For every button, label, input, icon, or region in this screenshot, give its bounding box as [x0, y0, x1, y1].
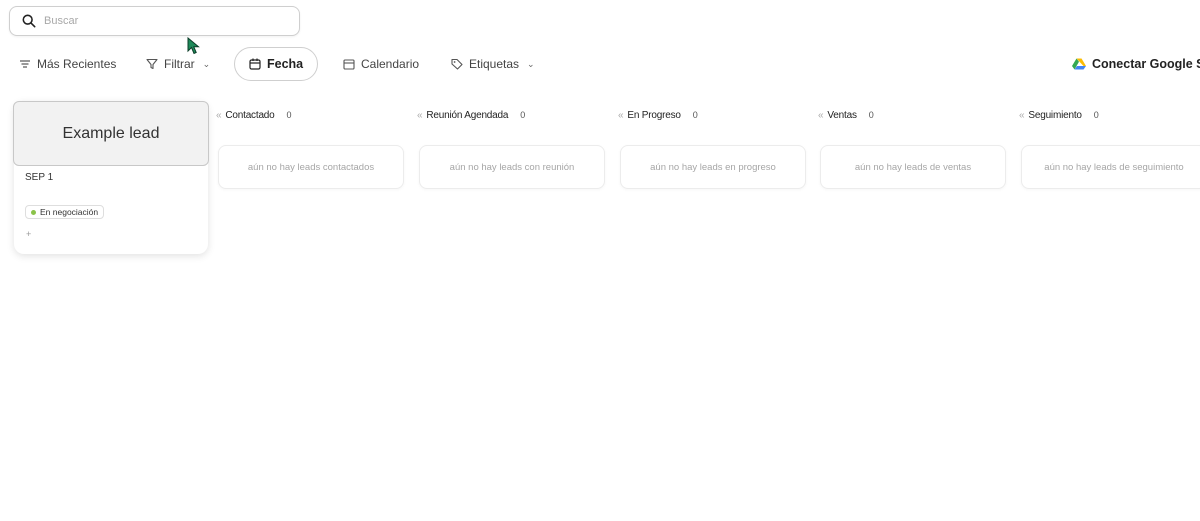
connect-google-sheets-button[interactable]: Conectar Google Sh [1072, 50, 1200, 78]
calendar-view-label: Calendario [361, 57, 420, 71]
column-contactado: « Contactado 0 aún no hay leads contacta… [216, 106, 404, 189]
lead-date: SEP 1 [25, 172, 54, 183]
chevron-down-icon: ⌄ [202, 58, 211, 69]
empty-state: aún no hay leads en progreso [620, 145, 806, 189]
column-en-progreso: « En Progreso 0 aún no hay leads en prog… [618, 106, 806, 189]
empty-state: aún no hay leads de ventas [820, 145, 1006, 189]
column-count: 0 [286, 110, 292, 120]
column-header: « En Progreso 0 [618, 106, 806, 124]
filter-button[interactable]: Filtrar ⌄ [146, 50, 210, 78]
column-title: Seguimiento [1028, 109, 1082, 121]
empty-state: aún no hay leads de seguimiento [1021, 145, 1200, 189]
search-icon [22, 14, 36, 28]
calendar-icon [249, 58, 261, 70]
column-count: 0 [692, 110, 698, 120]
connect-google-label: Conectar Google Sh [1092, 57, 1200, 71]
column-title: Ventas [827, 109, 857, 121]
calendar-view-button[interactable]: Calendario [343, 50, 419, 78]
lead-card[interactable]: Example lead SEP 1 En negociación + [13, 101, 209, 254]
column-count: 0 [520, 110, 526, 120]
column-count: 0 [1093, 110, 1099, 120]
collapse-icon[interactable]: « [417, 110, 423, 121]
column-ventas: « Ventas 0 aún no hay leads de ventas [818, 106, 1006, 189]
collapse-icon[interactable]: « [618, 110, 624, 121]
sort-recent-label: Más Recientes [37, 57, 117, 71]
tags-label: Etiquetas [469, 57, 520, 71]
column-title: Contactado [225, 109, 275, 121]
calendar-view-icon [343, 59, 355, 70]
search-input[interactable] [44, 15, 284, 27]
date-button[interactable]: Fecha [234, 47, 319, 81]
status-label: En negociación [40, 207, 99, 217]
column-header: « Reunión Agendada 0 [417, 106, 605, 124]
column-title: Reunión Agendada [426, 109, 509, 121]
add-button[interactable]: + [26, 229, 31, 239]
filter-label: Filtrar [164, 57, 195, 71]
empty-state: aún no hay leads con reunión [419, 145, 605, 189]
column-count: 0 [868, 110, 874, 120]
search-bar[interactable] [9, 6, 300, 36]
column-reunion-agendada: « Reunión Agendada 0 aún no hay leads co… [417, 106, 605, 189]
google-drive-icon [1072, 58, 1086, 70]
sort-lines-icon [20, 60, 30, 68]
collapse-icon[interactable]: « [216, 110, 222, 121]
tags-button[interactable]: Etiquetas ⌄ [451, 50, 535, 78]
lead-title[interactable]: Example lead [13, 101, 209, 166]
column-header: « Contactado 0 [216, 106, 404, 124]
date-label: Fecha [267, 57, 304, 71]
column-header: « Seguimiento 0 [1019, 106, 1200, 124]
column-title: En Progreso [627, 109, 681, 121]
chevron-down-icon: ⌄ [527, 58, 535, 69]
column-header: « Ventas 0 [818, 106, 1006, 124]
collapse-icon[interactable]: « [1019, 110, 1025, 121]
column-seguimiento: « Seguimiento 0 aún no hay leads de segu… [1019, 106, 1200, 189]
status-dot-icon [31, 209, 36, 215]
toolbar: Más Recientes Filtrar ⌄ Fecha Calendario… [0, 46, 1200, 82]
empty-state: aún no hay leads contactados [218, 145, 404, 189]
status-badge[interactable]: En negociación [25, 205, 105, 219]
tag-icon [451, 58, 463, 70]
collapse-icon[interactable]: « [818, 110, 824, 121]
filter-funnel-icon [146, 58, 158, 70]
sort-recent-button[interactable]: Más Recientes [19, 50, 116, 78]
